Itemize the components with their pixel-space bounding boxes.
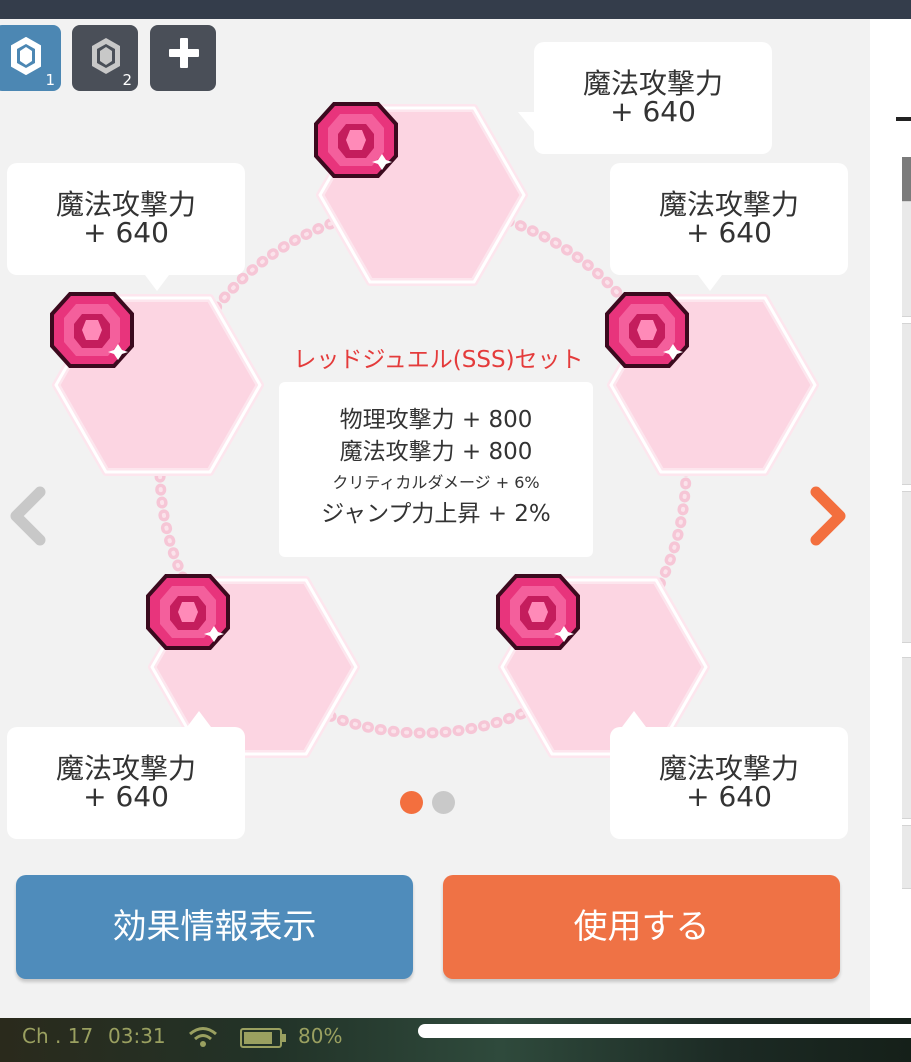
side-panel-header — [902, 157, 911, 201]
wifi-icon — [189, 1027, 217, 1047]
side-panel-row[interactable] — [902, 201, 911, 317]
jewel-set-tab-2[interactable]: 2 — [72, 25, 138, 91]
battery-percent: 80% — [298, 1024, 343, 1048]
page-dot[interactable] — [432, 791, 455, 814]
tooltip-stat: 魔法攻撃力 — [55, 188, 196, 221]
jewel-icon — [92, 38, 120, 74]
side-panel-row[interactable] — [902, 825, 911, 889]
tooltip-stat: 魔法攻撃力 — [658, 752, 799, 785]
tooltip-pointer — [145, 275, 169, 291]
tooltip-value: + 640 — [610, 95, 696, 128]
add-set-button[interactable] — [150, 25, 216, 91]
red-jewel-icon — [605, 292, 689, 368]
tooltip-pointer — [622, 711, 646, 727]
slot-tooltip-upper-left: 魔法攻撃力 + 640 — [7, 163, 245, 291]
tooltip-stat: 魔法攻撃力 — [582, 67, 723, 100]
slot-tooltip-upper-right: 魔法攻撃力 + 640 — [610, 163, 848, 291]
red-jewel-icon — [314, 102, 398, 178]
tooltip-value: + 640 — [83, 216, 169, 249]
red-jewel-icon — [50, 292, 134, 368]
jewel-slot-upper-right[interactable] — [603, 290, 823, 480]
side-panel-tab-marker — [896, 117, 911, 121]
jewel-icon — [11, 37, 41, 75]
tooltip-value: + 640 — [83, 780, 169, 813]
home-indicator — [418, 1024, 911, 1038]
channel-label: Ch . 17 — [22, 1024, 94, 1048]
slot-tooltip-lower-right: 魔法攻撃力 + 640 — [610, 711, 848, 839]
tooltip-value: + 640 — [686, 216, 772, 249]
slot-tooltip-top: 魔法攻撃力 + 640 — [518, 42, 772, 154]
side-panel-row[interactable] — [902, 491, 911, 643]
battery-icon — [240, 1028, 286, 1048]
next-page-arrow-icon[interactable] — [808, 486, 850, 546]
red-jewel-icon — [496, 574, 580, 650]
top-bar — [0, 0, 911, 19]
prev-page-arrow-icon[interactable] — [6, 486, 48, 546]
jewel-set-tab-1[interactable]: 1 — [0, 25, 61, 91]
tooltip-stat: 魔法攻撃力 — [55, 752, 196, 785]
jewel-slot-top[interactable] — [312, 100, 532, 290]
set-effect: 物理攻撃力 + 800 — [339, 407, 533, 433]
side-panel-row[interactable] — [902, 323, 911, 485]
plus-icon — [169, 38, 199, 68]
red-jewel-icon — [146, 574, 230, 650]
use-button[interactable]: 使用する — [443, 875, 840, 979]
tooltip-value: + 640 — [686, 780, 772, 813]
side-panel-row[interactable] — [902, 657, 911, 819]
tooltip-stat: 魔法攻撃力 — [658, 188, 799, 221]
tab-number: 1 — [45, 71, 55, 89]
set-effect: クリティカルダメージ + 6% — [332, 473, 540, 492]
set-effect: 魔法攻撃力 + 800 — [339, 439, 533, 465]
tab-number: 2 — [122, 71, 132, 89]
clock-label: 03:31 — [108, 1024, 166, 1048]
set-bonus-title: レッドジュエル(SSS)セット — [293, 347, 584, 373]
effect-info-button[interactable]: 効果情報表示 — [16, 875, 413, 979]
tooltip-pointer — [698, 275, 722, 291]
set-bonus-box: 物理攻撃力 + 800 魔法攻撃力 + 800 クリティカルダメージ + 6% … — [279, 382, 593, 557]
tooltip-pointer — [518, 112, 536, 134]
page-dot-active[interactable] — [400, 791, 423, 814]
slot-tooltip-lower-left: 魔法攻撃力 + 640 — [7, 711, 245, 839]
jewel-slot-upper-left[interactable] — [48, 290, 268, 480]
tooltip-pointer — [187, 711, 211, 727]
set-effect: ジャンプ力上昇 + 2% — [321, 501, 551, 527]
